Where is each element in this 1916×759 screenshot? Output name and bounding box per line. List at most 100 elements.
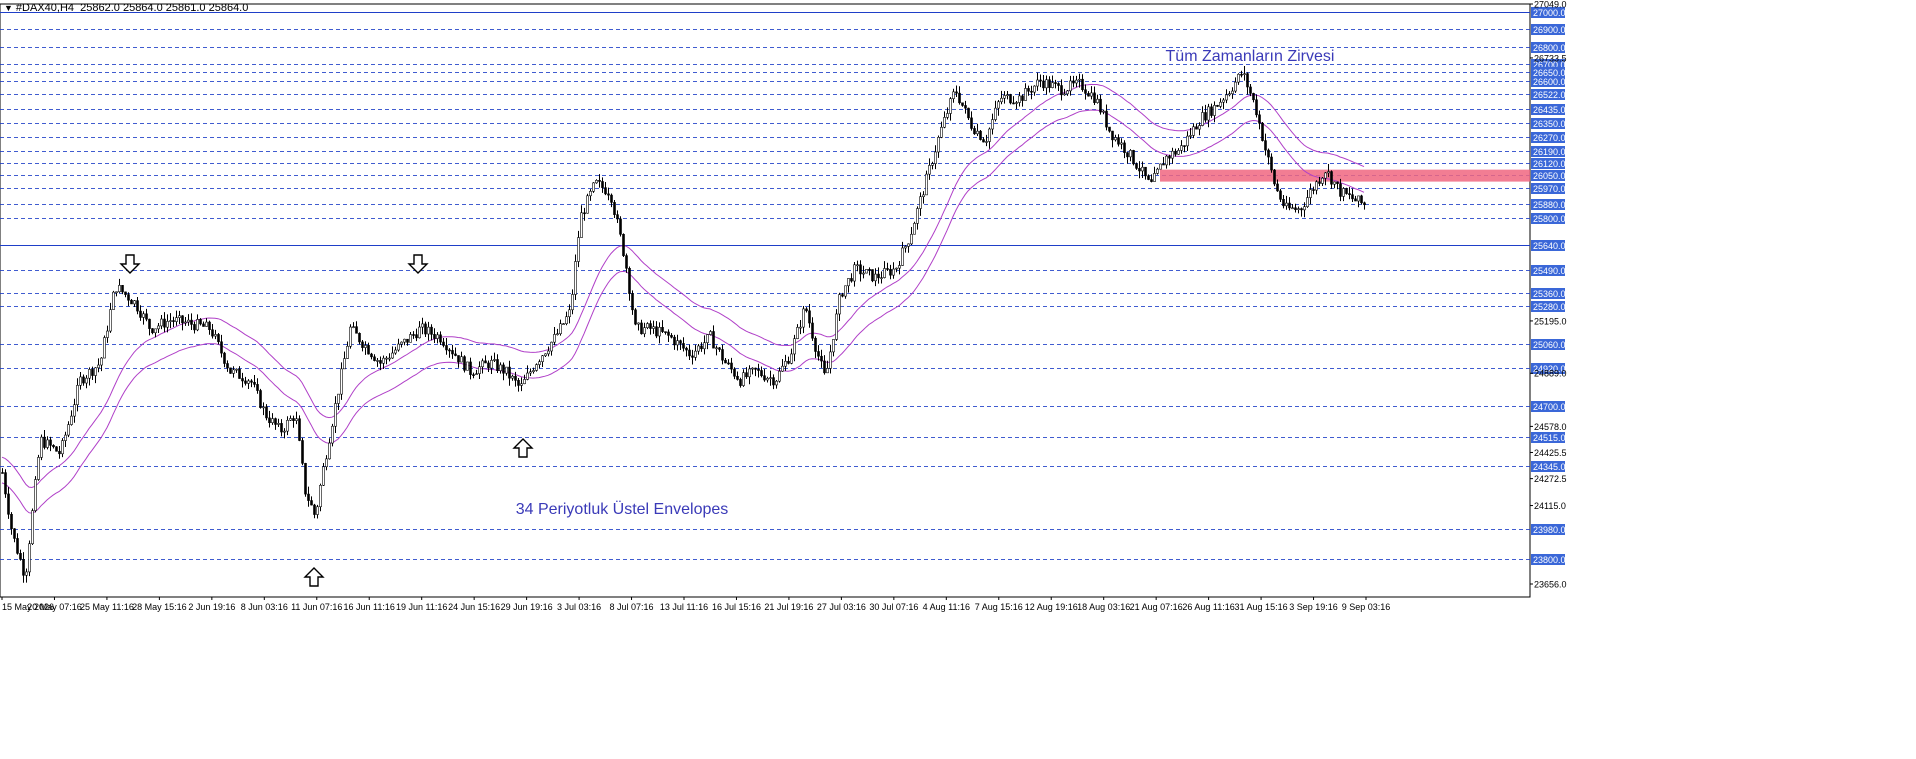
candle-body (1168, 155, 1171, 159)
candle-body (880, 277, 883, 279)
candle-body (283, 430, 286, 433)
candle-body (34, 479, 37, 511)
candle-body (844, 285, 847, 297)
candle-body (208, 321, 211, 330)
candle-body (1321, 177, 1324, 184)
x-tick-label: 11 Jun 07:16 (291, 602, 342, 612)
candle-body (154, 328, 157, 334)
level-price-label: 26270.0 (1533, 133, 1566, 143)
level-price-label: 25280.0 (1533, 302, 1566, 312)
candle-body (61, 440, 64, 455)
x-tick-label: 3 Jul 03:16 (557, 602, 601, 612)
candle-body (850, 278, 853, 282)
candle-body (1099, 98, 1102, 113)
x-tick-label: 13 Jul 11:16 (660, 602, 708, 612)
candle-body (352, 326, 355, 328)
candle-body (1141, 166, 1144, 172)
candle-body (664, 331, 667, 333)
collapse-triangle-icon[interactable]: ▼ (4, 3, 13, 13)
candle-body (217, 334, 220, 343)
level-price-label: 25800.0 (1533, 214, 1566, 224)
candle-body (946, 113, 949, 118)
candle-body (289, 418, 292, 421)
candle-body (187, 319, 190, 323)
candle-body (706, 334, 709, 343)
candle-body (1246, 73, 1249, 88)
candle-body (883, 268, 886, 278)
candle-body (874, 273, 877, 282)
candle-body (1273, 169, 1276, 185)
candle-body (976, 130, 979, 135)
candle-body (7, 493, 10, 515)
candle-body (406, 338, 409, 343)
chart-background (0, 0, 1916, 754)
candle-body (529, 371, 532, 374)
resistance-zone (1160, 169, 1530, 182)
level-price-label: 25360.0 (1533, 289, 1566, 299)
candle-body (685, 347, 688, 351)
candle-body (919, 196, 922, 209)
candle-body (1216, 105, 1219, 107)
candle-body (1255, 99, 1258, 116)
candle-body (1222, 99, 1225, 103)
candle-body (25, 571, 28, 576)
candle-body (241, 378, 244, 382)
candle-body (493, 359, 496, 361)
candle-body (778, 370, 781, 382)
candle-body (106, 330, 109, 338)
candle-body (739, 379, 742, 386)
candle-body (577, 237, 580, 262)
candle-body (1156, 168, 1159, 174)
candle-body (145, 313, 148, 320)
candle-body (1012, 102, 1015, 105)
candle-body (790, 353, 793, 364)
candle-body (190, 319, 193, 325)
candle-body (475, 373, 478, 375)
candle-body (4, 472, 7, 495)
candle-body (688, 349, 691, 357)
candle-body (973, 128, 976, 135)
candle-body (853, 264, 856, 282)
x-tick-label: 25 May 11:16 (80, 602, 134, 612)
candle-body (763, 375, 766, 381)
candle-body (400, 341, 403, 345)
candle-body (847, 278, 850, 287)
candle-body (889, 269, 892, 276)
candle-body (1117, 137, 1120, 145)
candle-body (433, 334, 436, 339)
level-price-label: 26600.0 (1533, 77, 1566, 87)
candle-body (775, 380, 778, 386)
candle-body (355, 326, 358, 334)
candle-body (202, 323, 205, 327)
candle-body (535, 364, 538, 371)
candle-body (829, 351, 832, 369)
candle-body (1225, 94, 1228, 101)
candle-body (619, 218, 622, 235)
candle-body (1129, 150, 1132, 158)
candle-body (508, 366, 511, 379)
candle-body (595, 179, 598, 184)
candle-body (85, 377, 88, 384)
candle-body (451, 350, 454, 355)
candle-body (1066, 90, 1069, 95)
candle-body (1237, 73, 1240, 83)
candle-body (385, 357, 388, 360)
candle-body (892, 268, 895, 276)
candle-body (238, 368, 241, 379)
candle-body (1327, 171, 1330, 174)
candle-body (841, 294, 844, 297)
candle-body (1183, 145, 1186, 147)
candle-body (1231, 90, 1234, 95)
candle-body (961, 102, 964, 106)
candle-body (856, 264, 859, 267)
candle-body (235, 368, 238, 371)
candle-body (271, 418, 274, 424)
candle-body (940, 126, 943, 138)
candle-body (373, 356, 376, 361)
candle-body (1162, 163, 1165, 166)
candle-body (109, 309, 112, 332)
candle-body (100, 357, 103, 366)
candle-body (1042, 80, 1045, 89)
candle-body (991, 119, 994, 130)
candle-body (256, 384, 259, 391)
